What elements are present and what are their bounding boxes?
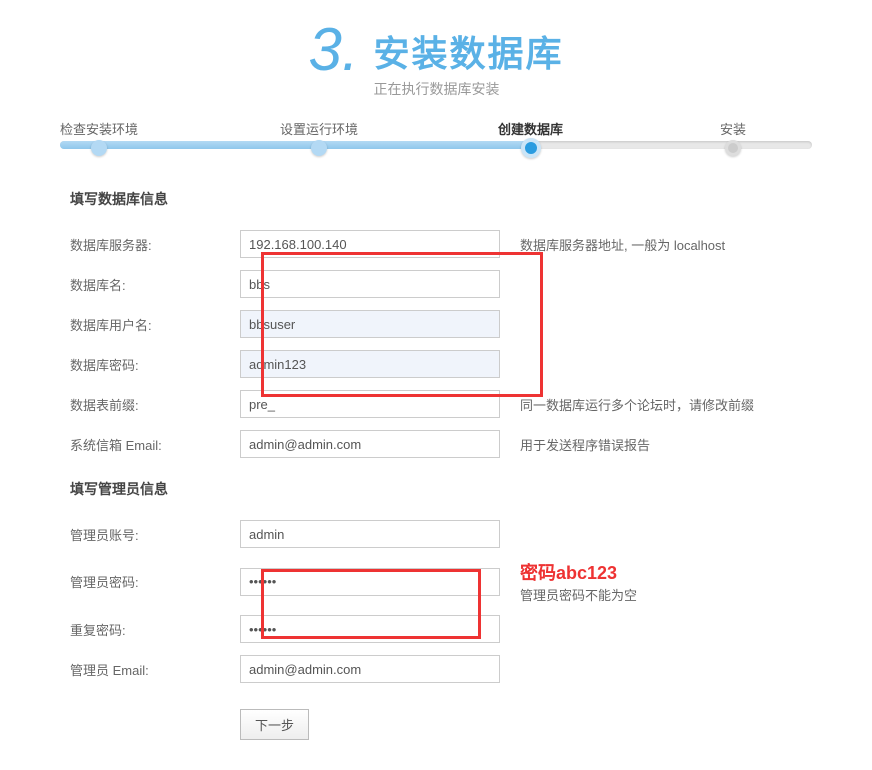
db-server-hint: 数据库服务器地址, 一般为 localhost bbox=[500, 235, 802, 254]
admin-password2-input[interactable] bbox=[240, 615, 500, 643]
db-prefix-input[interactable] bbox=[240, 390, 500, 418]
form: 填写数据库信息 数据库服务器: 数据库服务器地址, 一般为 localhost … bbox=[0, 189, 872, 770]
step-3-label: 创建数据库 bbox=[498, 119, 563, 138]
db-prefix-hint: 同一数据库运行多个论坛时，请修改前缀 bbox=[500, 395, 802, 414]
installer-page: 3. 安装数据库 正在执行数据库安装 检查安装环境 设置运行环境 创建数据库 安… bbox=[0, 0, 872, 770]
admin-password2-label: 重复密码: bbox=[70, 620, 240, 639]
step-3-dot bbox=[521, 138, 541, 158]
admin-account-label: 管理员账号: bbox=[70, 525, 240, 544]
admin-email-label: 管理员 Email: bbox=[70, 660, 240, 679]
step-1-label: 检查安装环境 bbox=[60, 119, 138, 138]
step-2-label: 设置运行环境 bbox=[280, 119, 358, 138]
admin-account-input[interactable] bbox=[240, 520, 500, 548]
step-4-label: 安装 bbox=[720, 119, 746, 138]
admin-password-input[interactable] bbox=[240, 568, 500, 596]
db-name-input[interactable] bbox=[240, 270, 500, 298]
page-subtitle: 正在执行数据库安装 bbox=[374, 79, 564, 99]
db-name-label: 数据库名: bbox=[70, 275, 240, 294]
admin-section-title: 填写管理员信息 bbox=[70, 479, 802, 499]
admin-email-input[interactable] bbox=[240, 655, 500, 683]
step-number: 3. bbox=[308, 20, 358, 80]
progress-bar: 检查安装环境 设置运行环境 创建数据库 安装 bbox=[30, 119, 842, 159]
step-2-dot bbox=[311, 140, 327, 156]
db-password-label: 数据库密码: bbox=[70, 355, 240, 374]
page-title: 安装数据库 bbox=[374, 25, 564, 77]
page-header: 3. 安装数据库 正在执行数据库安装 bbox=[0, 0, 872, 109]
db-email-hint: 用于发送程序错误报告 bbox=[500, 435, 802, 454]
admin-password-hint: 管理员密码不能为空 bbox=[520, 588, 637, 603]
db-prefix-label: 数据表前缀: bbox=[70, 395, 240, 414]
db-password-input[interactable] bbox=[240, 350, 500, 378]
password-annotation: 密码abc123 bbox=[520, 563, 617, 583]
db-section-title: 填写数据库信息 bbox=[70, 189, 802, 209]
db-user-label: 数据库用户名: bbox=[70, 315, 240, 334]
next-button[interactable]: 下一步 bbox=[240, 709, 309, 740]
db-server-label: 数据库服务器: bbox=[70, 235, 240, 254]
step-1-dot bbox=[91, 140, 107, 156]
db-email-label: 系统信箱 Email: bbox=[70, 435, 240, 454]
admin-password-label: 管理员密码: bbox=[70, 572, 240, 591]
step-4-dot bbox=[725, 140, 741, 156]
db-server-input[interactable] bbox=[240, 230, 500, 258]
db-user-input[interactable] bbox=[240, 310, 500, 338]
db-email-input[interactable] bbox=[240, 430, 500, 458]
